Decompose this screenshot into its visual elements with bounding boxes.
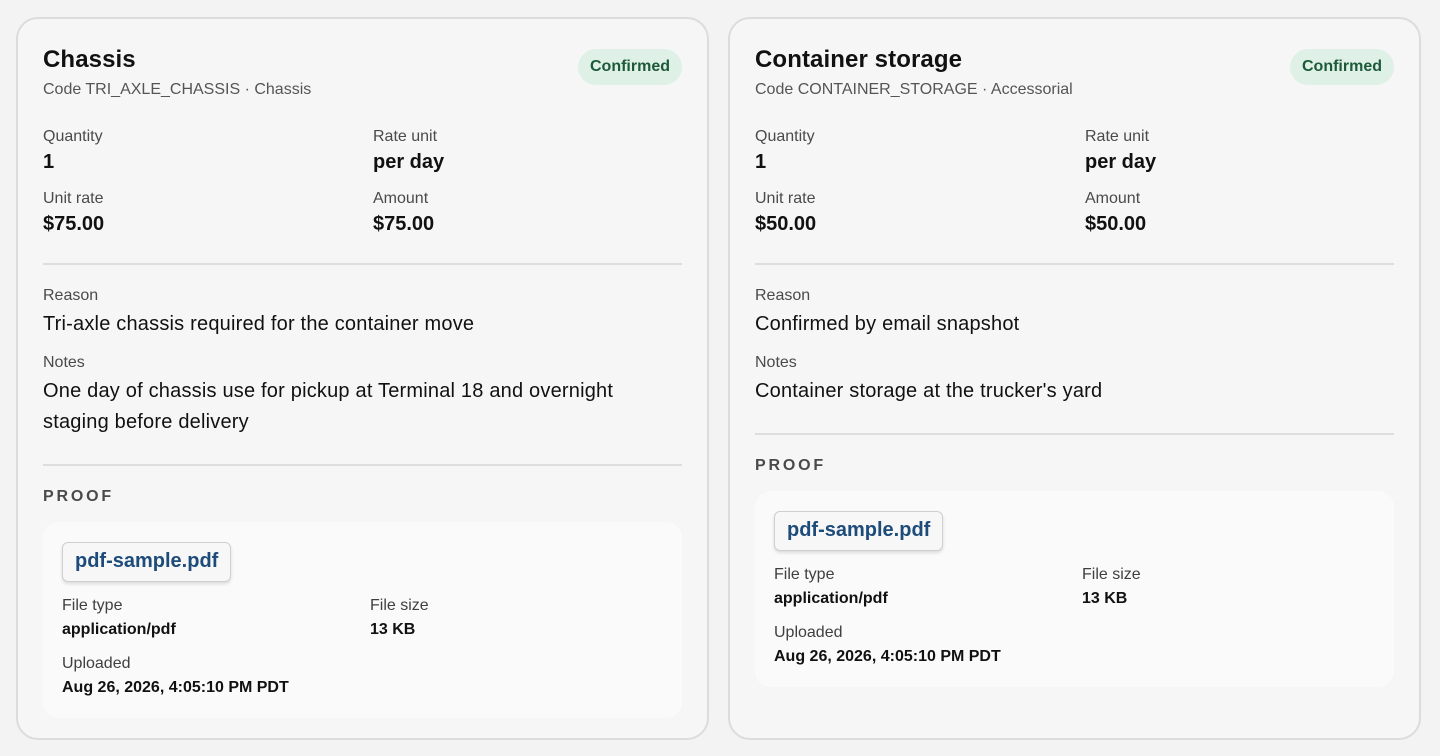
file-type-field: File type application/pdf [62,596,370,640]
rate-unit-label: Rate unit [373,128,438,145]
divider [755,263,1394,265]
file-type-label: File type [774,566,835,583]
charge-card-chassis: Chassis Code TRI_AXLE_CHASSIS · Chassis … [16,17,709,740]
rate-unit-label: Rate unit [1085,128,1150,145]
proof-details: File type application/pdf File size 13 K… [774,565,1375,667]
quantity-label: Quantity [43,128,103,145]
charge-details: Quantity 1 Rate unit per day Unit rate $… [43,127,682,237]
uploaded-label: Uploaded [62,655,131,672]
rate-unit-value: per day [1085,151,1157,173]
uploaded-label: Uploaded [774,624,843,641]
file-size-label: File size [370,597,429,614]
rate-unit-value: per day [373,151,445,173]
rate-unit-field: Rate unit per day [373,127,682,175]
notes-label: Notes [755,354,797,371]
quantity-field: Quantity 1 [755,127,1085,175]
amount-field: Amount $50.00 [1085,189,1394,237]
charge-card-container-storage: Container storage Code CONTAINER_STORAGE… [728,17,1421,740]
divider [43,464,682,466]
notes-text: Container storage at the trucker's yard [755,380,1103,402]
uploaded-value: Aug 26, 2026, 4:05:10 PM PDT [774,648,1001,665]
proof-panel: pdf-sample.pdf File type application/pdf… [43,522,682,718]
file-size-field: File size 13 KB [1082,565,1375,609]
unit-rate-value: $50.00 [755,213,817,235]
status-badge: Confirmed [1290,49,1394,85]
quantity-field: Quantity 1 [43,127,373,175]
file-type-value: application/pdf [774,590,888,607]
reason-text: Confirmed by email snapshot [755,313,1020,335]
reason-block: Reason Confirmed by email snapshot [755,285,1394,340]
status-badge: Confirmed [578,49,682,85]
card-header: Container storage Code CONTAINER_STORAGE… [755,45,1394,127]
uploaded-value: Aug 26, 2026, 4:05:10 PM PDT [62,679,289,696]
file-size-label: File size [1082,566,1141,583]
file-size-field: File size 13 KB [370,596,663,640]
unit-rate-field: Unit rate $75.00 [43,189,373,237]
divider [43,263,682,265]
notes-block: Notes Container storage at the trucker's… [755,352,1394,407]
quantity-value: 1 [43,151,55,173]
unit-rate-label: Unit rate [755,190,816,207]
file-size-value: 13 KB [370,621,416,638]
proof-file-link[interactable]: pdf-sample.pdf [62,542,232,582]
unit-rate-value: $75.00 [43,213,105,235]
amount-value: $50.00 [1085,213,1147,235]
reason-text: Tri-axle chassis required for the contai… [43,313,475,335]
charges-panel: Chassis Code TRI_AXLE_CHASSIS · Chassis … [0,0,1440,756]
reason-label: Reason [755,287,811,304]
file-type-field: File type application/pdf [774,565,1082,609]
card-header: Chassis Code TRI_AXLE_CHASSIS · Chassis … [43,45,682,127]
reason-block: Reason Tri-axle chassis required for the… [43,285,682,340]
rate-unit-field: Rate unit per day [1085,127,1394,175]
file-type-label: File type [62,597,123,614]
notes-block: Notes One day of chassis use for pickup … [43,352,682,438]
amount-label: Amount [373,190,429,207]
file-type-value: application/pdf [62,621,176,638]
unit-rate-field: Unit rate $50.00 [755,189,1085,237]
amount-label: Amount [1085,190,1141,207]
charge-details: Quantity 1 Rate unit per day Unit rate $… [755,127,1394,237]
reason-label: Reason [43,287,99,304]
notes-text: One day of chassis use for pickup at Ter… [43,380,614,433]
amount-field: Amount $75.00 [373,189,682,237]
uploaded-field: Uploaded Aug 26, 2026, 4:05:10 PM PDT [62,654,370,698]
unit-rate-label: Unit rate [43,190,104,207]
file-size-value: 13 KB [1082,590,1128,607]
proof-heading: PROOF [755,457,826,474]
amount-value: $75.00 [373,213,435,235]
notes-label: Notes [43,354,85,371]
proof-file-link[interactable]: pdf-sample.pdf [774,511,944,551]
uploaded-field: Uploaded Aug 26, 2026, 4:05:10 PM PDT [774,623,1082,667]
proof-heading: PROOF [43,488,114,505]
quantity-label: Quantity [755,128,815,145]
proof-details: File type application/pdf File size 13 K… [62,596,663,698]
proof-panel: pdf-sample.pdf File type application/pdf… [755,491,1394,687]
quantity-value: 1 [755,151,767,173]
divider [755,433,1394,435]
